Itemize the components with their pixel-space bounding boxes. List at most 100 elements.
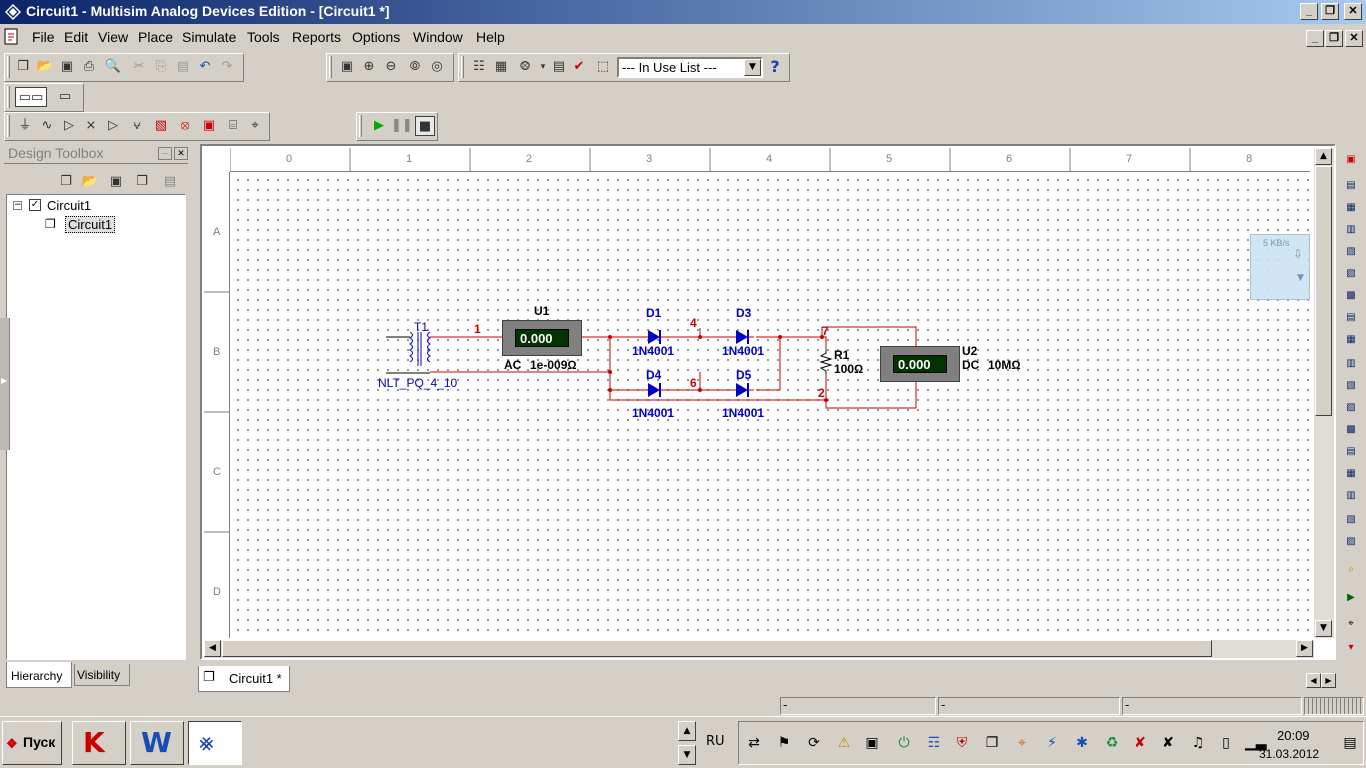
tray-windows-icon[interactable]: ❐: [983, 734, 1001, 752]
network-analyzer-icon[interactable]: ▤: [1342, 444, 1360, 460]
transformer-t1[interactable]: [380, 320, 440, 376]
document-tab[interactable]: ❐ Circuit1 *: [198, 666, 290, 692]
labview-instrument-icon[interactable]: ▶: [1342, 590, 1360, 606]
side-panel-handle[interactable]: ▶: [0, 318, 10, 450]
iv-analyzer-icon[interactable]: ▧: [1342, 378, 1360, 394]
erc-icon[interactable]: ✔: [569, 57, 589, 77]
spectrum-analyzer-icon[interactable]: ▩: [1342, 422, 1360, 438]
scroll-down-arrow[interactable]: ▼: [1315, 620, 1332, 637]
multimeter-instrument-icon[interactable]: ▣: [1342, 152, 1360, 168]
in-use-list-dropdown[interactable]: --- In Use List --- ▼: [617, 57, 763, 78]
menu-tools[interactable]: Tools: [247, 29, 280, 45]
measurement-probe-icon[interactable]: ⌕: [1342, 562, 1360, 578]
vertical-scrollbar[interactable]: ▲ ▼: [1314, 148, 1334, 638]
tree-root-label[interactable]: Circuit1: [47, 198, 91, 213]
save-icon[interactable]: ▣: [57, 57, 77, 77]
spreadsheet-icon[interactable]: ▦: [491, 57, 511, 77]
tray-network-icon[interactable]: ⇄: [745, 734, 763, 752]
dropdown-instruments-icon[interactable]: ▾: [1342, 640, 1360, 656]
chevron-down-icon[interactable]: ▼: [744, 59, 761, 76]
checkbox-icon[interactable]: ✓: [29, 199, 41, 211]
toolbar-grip[interactable]: [7, 86, 10, 108]
select-area-icon[interactable]: ⬚: [593, 57, 613, 77]
logic-converter-icon[interactable]: ▦: [1342, 332, 1360, 348]
scroll-left-arrow[interactable]: ◀: [204, 640, 221, 657]
tree-child-label[interactable]: Circuit1: [65, 216, 116, 233]
tray-update-icon[interactable]: ⟳: [805, 734, 823, 752]
minimize-button[interactable]: _: [1300, 3, 1318, 20]
place-mixed-icon[interactable]: ▣: [199, 116, 219, 136]
menu-reports[interactable]: Reports: [292, 29, 341, 45]
toolbox-minimize-button[interactable]: ‒: [158, 147, 172, 160]
print-icon[interactable]: ⎙: [79, 57, 99, 77]
tray-network-share-icon[interactable]: ⌖: [1013, 734, 1031, 752]
zoom-area-icon[interactable]: ⦾: [405, 57, 425, 77]
restore-button[interactable]: ❐: [1321, 3, 1339, 20]
start-button[interactable]: ❖ Пуск: [2, 721, 62, 765]
show-pcb-icon[interactable]: ▭: [49, 87, 81, 107]
database-icon[interactable]: ▤: [549, 57, 569, 77]
open-design-icon[interactable]: 📂: [80, 172, 100, 192]
fullscreen-icon[interactable]: ▣: [337, 57, 357, 77]
tray-power-icon[interactable]: ⏻: [895, 734, 913, 752]
tray-shield-icon[interactable]: ⛨: [953, 734, 971, 752]
properties-icon[interactable]: ▤: [160, 172, 180, 192]
collapse-arrow-icon[interactable]: ▼: [1297, 273, 1304, 283]
mdi-minimize-button[interactable]: _: [1306, 30, 1324, 47]
mdi-restore-button[interactable]: ❐: [1325, 30, 1343, 47]
menu-view[interactable]: View: [98, 29, 128, 45]
menu-window[interactable]: Window: [413, 29, 463, 45]
copy-icon[interactable]: ⎘: [151, 57, 171, 77]
place-misc-icon[interactable]: ⌖: [245, 116, 265, 136]
frequency-counter-icon[interactable]: ▩: [1342, 288, 1360, 304]
place-indicator-icon[interactable]: ⌸: [223, 116, 243, 136]
zoom-fit-icon[interactable]: ◎: [427, 57, 447, 77]
multisim-taskbar-button[interactable]: ⨳: [188, 721, 242, 765]
toolbar-grip[interactable]: [7, 115, 10, 137]
tektronix-scope-icon[interactable]: ▨: [1342, 534, 1360, 550]
toolbar-grip[interactable]: [359, 115, 362, 137]
zoom-in-icon[interactable]: ⊕: [359, 57, 379, 77]
open-folder-icon[interactable]: 📂: [35, 57, 55, 77]
tab-scroll-right[interactable]: ▶: [1321, 673, 1336, 688]
function-generator-icon[interactable]: ▤: [1342, 178, 1360, 194]
place-misc-digital-icon[interactable]: ⦻: [175, 116, 195, 136]
current-probe-icon[interactable]: ⌖: [1342, 616, 1360, 632]
place-diode-icon[interactable]: ▷: [59, 116, 79, 136]
show-desktop-icon[interactable]: ▤: [1341, 734, 1359, 752]
paste-icon[interactable]: ▤: [173, 57, 193, 77]
schematic-sheet[interactable]: T1 NLT_PQ_4_10 1 4 6 7 2 U1 0.000 AC 1e-…: [230, 172, 1310, 638]
menu-file[interactable]: File: [32, 29, 55, 45]
language-indicator[interactable]: RU: [706, 734, 725, 749]
tray-battery-icon[interactable]: ▯: [1217, 734, 1235, 752]
place-ttl-icon[interactable]: ⩝: [127, 116, 147, 136]
distortion-analyzer-icon[interactable]: ▨: [1342, 400, 1360, 416]
tray-recycle-icon[interactable]: ♻: [1103, 734, 1121, 752]
print-preview-icon[interactable]: 🔍: [103, 57, 123, 77]
word-generator-icon[interactable]: ▤: [1342, 310, 1360, 326]
bode-plotter-icon[interactable]: ▨: [1342, 266, 1360, 282]
multimeter-u2[interactable]: 0.000: [880, 346, 960, 382]
tray-bolt-icon[interactable]: ⚡: [1043, 734, 1061, 752]
tray-volume-icon[interactable]: ♫: [1189, 734, 1207, 752]
agilent-multimeter-icon[interactable]: ▥: [1342, 488, 1360, 504]
agilent-scope-icon[interactable]: ▧: [1342, 512, 1360, 528]
horizontal-scroll-thumb[interactable]: [222, 640, 1212, 657]
pause-simulation-icon[interactable]: ❚❚: [391, 116, 413, 136]
zoom-out-icon[interactable]: ⊖: [381, 57, 401, 77]
grapher-icon[interactable]: ⨷: [515, 57, 535, 77]
close-button[interactable]: ✕: [1344, 3, 1362, 20]
toolbar-grip[interactable]: [461, 56, 464, 78]
toolbar-grip[interactable]: [329, 56, 332, 78]
stop-simulation-icon[interactable]: ■: [415, 116, 435, 136]
cut-icon[interactable]: ✂: [129, 57, 149, 77]
place-analog-icon[interactable]: ▷: [103, 116, 123, 136]
menu-place[interactable]: Place: [138, 29, 173, 45]
close-design-icon[interactable]: ❐: [132, 172, 152, 192]
mdi-close-button[interactable]: ✕: [1345, 30, 1363, 47]
place-cmos-icon[interactable]: ▧: [151, 116, 171, 136]
save-design-icon[interactable]: ▣: [106, 172, 126, 192]
tray-mute-icon[interactable]: ✘: [1159, 734, 1177, 752]
tray-connection-icon[interactable]: ☶: [925, 734, 943, 752]
horizontal-scrollbar[interactable]: ◀ ▶: [204, 640, 1314, 658]
